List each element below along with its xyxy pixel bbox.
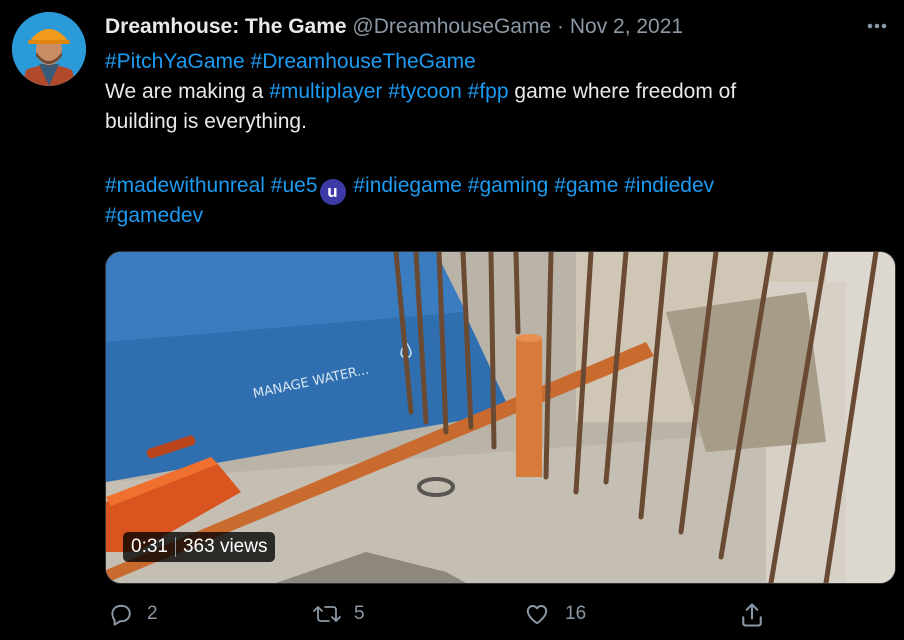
- author-name[interactable]: Dreamhouse: The Game: [105, 15, 347, 38]
- unreal-engine-badge-icon: u: [319, 179, 346, 205]
- header-separator: ·: [557, 15, 564, 38]
- avatar-construction-worker-image: [12, 12, 86, 86]
- retweet-count: 5: [354, 603, 365, 624]
- share-icon: [742, 603, 762, 627]
- hashtag-link[interactable]: #game: [554, 174, 618, 197]
- tweet-date[interactable]: Nov 2, 2021: [570, 15, 683, 38]
- video-info-badge: 0:31 363 views: [123, 532, 276, 562]
- hashtag-link[interactable]: #indiedev: [624, 174, 714, 197]
- hashtag-link[interactable]: #DreamhouseTheGame: [251, 50, 476, 73]
- tweet-text-fragment: game where freedom of: [514, 80, 737, 103]
- tweet-line-1: #PitchYaGame #DreamhouseTheGame: [105, 47, 865, 77]
- tweet-line-4: #madewithunreal #ue5 u #indiegame #gaming…: [105, 171, 865, 205]
- tweet-actions: 2 5 16: [0, 601, 904, 633]
- author-handle[interactable]: @DreamhouseGame: [352, 15, 551, 38]
- video-info-divider: [174, 537, 176, 557]
- tweet-text-fragment: We are making a: [105, 80, 264, 103]
- hashtag-link[interactable]: #PitchYaGame: [105, 50, 245, 73]
- tweet-text: #PitchYaGame #DreamhouseTheGame We are m…: [105, 47, 865, 231]
- tweet-line-3: building is everything.: [105, 110, 307, 133]
- video-duration: 0:31: [131, 536, 168, 557]
- retweet-button[interactable]: 5: [312, 601, 365, 627]
- hashtag-link[interactable]: #gamedev: [105, 204, 203, 227]
- hashtag-link[interactable]: #madewithunreal: [105, 174, 265, 197]
- tweet-line-2: We are making a #multiplayer #tycoon #fp…: [105, 77, 865, 107]
- heart-icon: [526, 605, 548, 625]
- reply-icon: [111, 604, 131, 626]
- video-view-count: 363 views: [182, 536, 268, 557]
- tweet-header: Dreamhouse: The Game @DreamhouseGame · N…: [105, 13, 683, 41]
- author-avatar[interactable]: [12, 12, 86, 86]
- hashtag-link[interactable]: #indiegame: [353, 174, 462, 197]
- hashtag-link[interactable]: #multiplayer: [269, 80, 382, 103]
- tweet-line-5: #gamedev: [105, 201, 865, 231]
- hashtag-link[interactable]: #gaming: [468, 174, 549, 197]
- like-count: 16: [565, 603, 587, 624]
- more-options-button[interactable]: [862, 14, 892, 38]
- hashtag-link[interactable]: #ue5: [271, 174, 318, 197]
- reply-count: 2: [147, 603, 158, 624]
- share-button[interactable]: [738, 601, 766, 629]
- ellipsis-icon: [867, 23, 887, 29]
- hashtag-link[interactable]: #tycoon: [388, 80, 462, 103]
- hashtag-link[interactable]: #fpp: [468, 80, 509, 103]
- like-button[interactable]: 16: [523, 601, 586, 627]
- retweet-icon: [313, 606, 341, 622]
- reply-button[interactable]: 2: [107, 601, 158, 627]
